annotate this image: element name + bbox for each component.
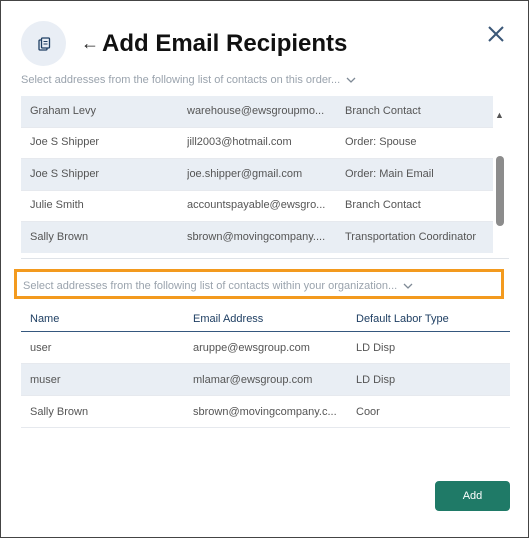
list-item[interactable]: Joe S Shipper jill2003@hotmail.com Order…	[21, 127, 493, 159]
org-name: user	[30, 342, 52, 354]
contact-type: Branch Contact	[345, 105, 421, 117]
contact-type: Order: Main Email	[345, 168, 434, 180]
table-row[interactable]: Sally Brown sbrown@movingcompany.c... Co…	[21, 396, 510, 428]
contact-email: joe.shipper@gmail.com	[187, 168, 303, 180]
list-item[interactable]: Sally Brown sbrown@movingcompany.... Tra…	[21, 222, 493, 253]
org-contacts-dropdown[interactable]: Select addresses from the following list…	[14, 269, 504, 299]
contact-name: Julie Smith	[30, 199, 84, 211]
scrollbar-thumb[interactable]	[496, 156, 504, 226]
org-contacts-table: Name Email Address Default Labor Type us…	[21, 307, 510, 428]
table-row[interactable]: user aruppe@ewsgroup.com LD Disp	[21, 332, 510, 364]
column-header-labor-type[interactable]: Default Labor Type	[356, 313, 449, 325]
contact-name: Graham Levy	[30, 105, 97, 117]
contact-name: Joe S Shipper	[30, 168, 100, 180]
divider	[21, 258, 509, 259]
contact-name: Joe S Shipper	[30, 136, 100, 148]
add-email-recipients-dialog: ← Add Email Recipients Select addresses …	[0, 0, 529, 538]
list-item[interactable]: Joe S Shipper joe.shipper@gmail.com Orde…	[21, 159, 493, 191]
column-header-email[interactable]: Email Address	[193, 313, 341, 325]
contact-type: Order: Spouse	[345, 136, 417, 148]
contact-email: jill2003@hotmail.com	[187, 136, 292, 148]
org-labor-type: LD Disp	[356, 374, 396, 386]
contact-name: Sally Brown	[30, 231, 89, 243]
list-item[interactable]: Graham Levy warehouse@ewsgroupmo... Bran…	[21, 96, 493, 128]
org-contacts-hint: Select addresses from the following list…	[23, 280, 398, 292]
back-arrow-icon[interactable]: ←	[81, 33, 99, 53]
scroll-up-icon[interactable]: ▲	[495, 110, 504, 120]
org-name: Sally Brown	[30, 406, 89, 418]
list-item[interactable]: Julie Smith accountspayable@ewsgro... Br…	[21, 190, 493, 222]
contact-type: Transportation Coordinator	[345, 231, 477, 243]
column-header-name[interactable]: Name	[30, 313, 59, 325]
dialog-title: Add Email Recipients	[102, 30, 348, 57]
order-contacts-list: Graham Levy warehouse@ewsgroupmo... Bran…	[21, 96, 509, 253]
order-contacts-hint: Select addresses from the following list…	[21, 74, 341, 86]
order-contacts-dropdown[interactable]: Select addresses from the following list…	[21, 74, 356, 86]
add-button[interactable]: Add	[435, 481, 510, 511]
org-labor-type: Coor	[356, 406, 380, 418]
org-name: muser	[30, 374, 61, 386]
contact-email: sbrown@movingcompany....	[187, 231, 326, 243]
chevron-down-icon	[403, 280, 413, 292]
org-labor-type: LD Disp	[356, 342, 396, 354]
table-row[interactable]: muser mlamar@ewsgroup.com LD Disp	[21, 364, 510, 396]
contact-email: accountspayable@ewsgro...	[187, 199, 326, 211]
table-header: Name Email Address Default Labor Type	[21, 307, 510, 332]
org-email: sbrown@movingcompany.c...	[193, 406, 337, 418]
contact-type: Branch Contact	[345, 199, 421, 211]
document-icon	[21, 21, 66, 66]
chevron-down-icon	[346, 74, 356, 86]
contact-email: warehouse@ewsgroupmo...	[187, 105, 325, 117]
close-icon[interactable]	[485, 23, 507, 45]
org-email: aruppe@ewsgroup.com	[193, 342, 310, 354]
org-email: mlamar@ewsgroup.com	[193, 374, 313, 386]
scrollbar[interactable]: ▲	[494, 106, 506, 231]
